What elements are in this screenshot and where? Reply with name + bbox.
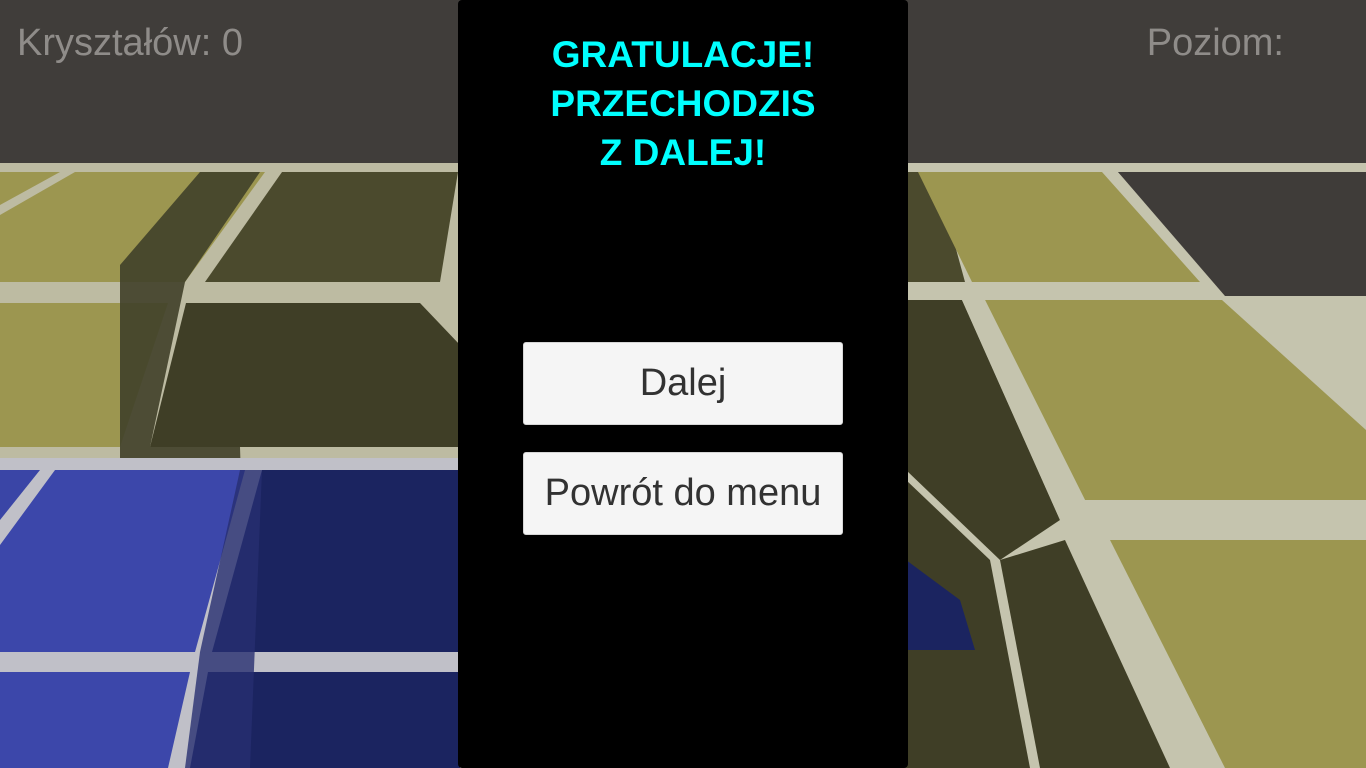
dialog-title-line: Z DALEJ! — [599, 132, 767, 173]
tile — [0, 672, 190, 768]
crystal-counter-value: 0 — [221, 22, 243, 64]
dialog-title-line: GRATULACJE! — [551, 34, 815, 75]
dialog-title-line: PRZECHODZIS — [550, 83, 816, 124]
crystal-counter: Kryształów: 0 — [17, 22, 243, 65]
level-complete-dialog: GRATULACJE! PRZECHODZIS Z DALEJ! Dalej P… — [458, 0, 908, 768]
tile — [150, 303, 460, 447]
level-label: Poziom: — [1146, 22, 1284, 64]
crystal-counter-label: Kryształów: — [17, 22, 212, 64]
next-level-button[interactable]: Dalej — [523, 342, 843, 425]
level-indicator: Poziom: — [1147, 22, 1284, 65]
back-to-menu-button[interactable]: Powrót do menu — [523, 452, 843, 535]
dialog-title: GRATULACJE! PRZECHODZIS Z DALEJ! — [458, 30, 908, 177]
